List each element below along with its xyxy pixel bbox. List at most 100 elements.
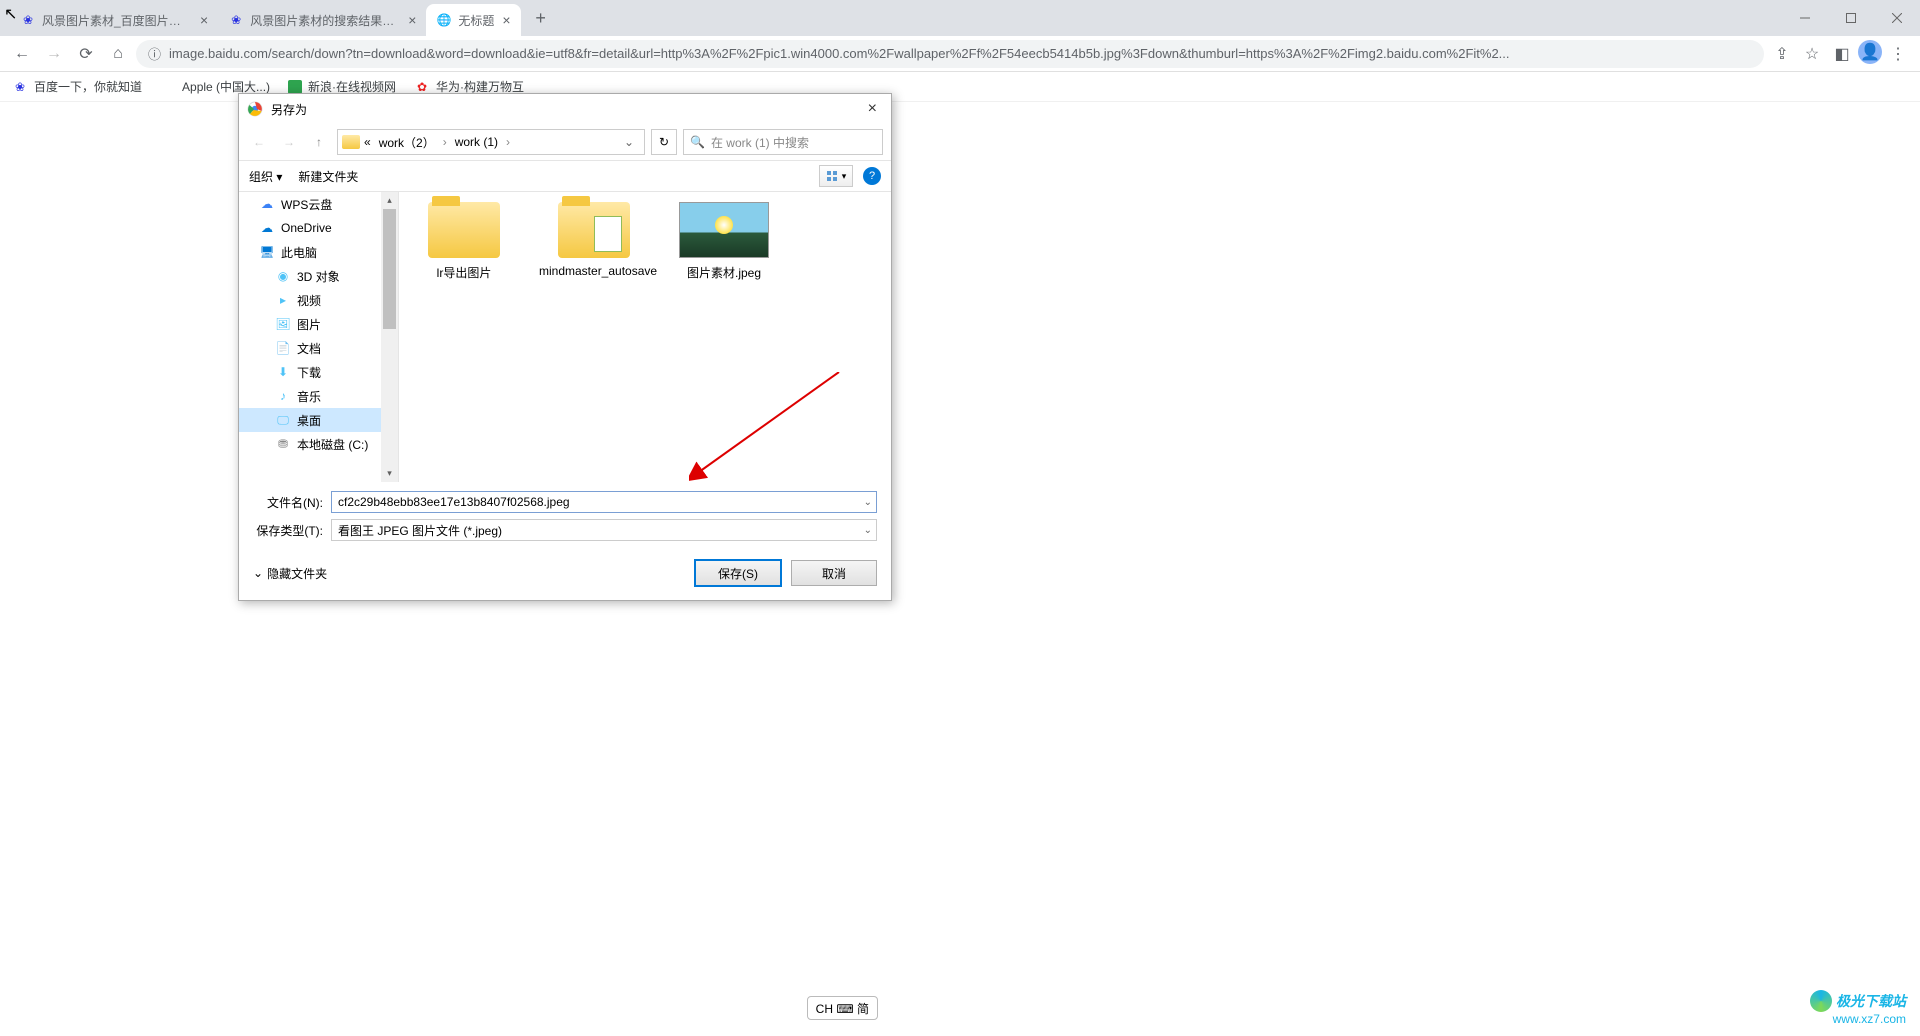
dialog-toolbar: 组织 ▾ 新建文件夹 ▾ ? [239,160,891,192]
site-info-icon[interactable]: ⓘ [148,44,161,63]
green-icon [288,80,302,94]
bookmark-1[interactable]: ❀ 百度一下，你就知道 [12,78,142,95]
globe-favicon-icon: 🌐 [436,12,452,28]
home-button[interactable]: ⌂ [104,40,132,68]
disk-icon: ⛃ [275,437,291,451]
ime-text: CH ⌨ 简 [816,1000,869,1017]
filename-input[interactable]: cf2c29b48ebb83ee17e13b8407f02568.jpeg ⌄ [331,491,877,513]
tree-item-docs[interactable]: 📄文档 [239,336,398,360]
save-button[interactable]: 保存(S) [695,560,781,586]
dialog-footer: ⌄ 隐藏文件夹 保存(S) 取消 [239,550,891,600]
bookmark-label: 百度一下，你就知道 [34,78,142,95]
tree-item-desktop[interactable]: 🖵桌面 [239,408,398,432]
watermark-line1: 极光下载站 [1810,990,1906,1012]
file-label: mindmaster_autosave [539,264,649,278]
address-bar-row: ← → ⟳ ⌂ ⓘ image.baidu.com/search/down?tn… [0,36,1920,72]
dialog-search-input[interactable]: 🔍 在 work (1) 中搜索 [683,129,883,155]
desktop-icon: 🖵 [275,413,291,427]
window-minimize-button[interactable] [1782,0,1828,36]
tab-1-title: 风景图片素材_百度图片搜索 [42,12,192,29]
tree-item-pc[interactable]: 🖥此电脑 [239,240,398,264]
dialog-refresh-button[interactable]: ↻ [651,129,677,155]
bookmark-star-icon[interactable]: ☆ [1798,40,1826,68]
file-item-image-1[interactable]: 图片素材.jpeg [669,202,779,281]
tab-3[interactable]: 🌐 无标题 × [426,4,520,36]
folder-icon [428,202,500,258]
scroll-thumb[interactable] [383,209,396,329]
savetype-label: 保存类型(T): [253,522,323,539]
new-folder-button[interactable]: 新建文件夹 [298,168,358,185]
folder-icon [558,202,630,258]
file-area[interactable]: lr导出图片 mindmaster_autosave 图片素材.jpeg [399,192,891,482]
address-bar[interactable]: ⓘ image.baidu.com/search/down?tn=downloa… [136,40,1764,68]
filename-dropdown-icon[interactable]: ⌄ [864,497,872,508]
watermark: 极光下载站 www.xz7.com [1810,990,1906,1026]
scroll-down-icon[interactable]: ▾ [381,465,398,482]
tab-close-icon[interactable]: × [408,12,416,28]
watermark-line2: www.xz7.com [1810,1012,1906,1026]
dialog-forward-button[interactable]: → [277,130,301,154]
address-bar-right: ⇪ ☆ ◧ 👤 ⋮ [1768,40,1912,68]
file-item-folder-2[interactable]: mindmaster_autosave [539,202,649,278]
file-item-folder-1[interactable]: lr导出图片 [409,202,519,281]
downloads-icon: ⬇ [275,365,291,379]
tree-item-wps[interactable]: ☁WPS云盘 [239,192,398,216]
watermark-logo-icon [1810,990,1832,1012]
chrome-icon [247,101,263,117]
view-options-button[interactable]: ▾ [819,165,853,187]
search-icon: 🔍 [690,135,705,149]
breadcrumb-part-1[interactable]: work（2） [375,134,439,151]
breadcrumb-part-2[interactable]: work (1) [451,135,502,149]
chevron-right-icon: › [506,135,510,149]
scroll-up-icon[interactable]: ▴ [381,192,398,209]
chevron-right-icon: › [443,135,447,149]
baidu-favicon-icon: ❀ [20,12,36,28]
side-panel-icon[interactable]: ◧ [1828,40,1856,68]
share-icon[interactable]: ⇪ [1768,40,1796,68]
back-button[interactable]: ← [8,40,36,68]
ime-indicator[interactable]: CH ⌨ 简 [807,996,878,1020]
chrome-menu-icon[interactable]: ⋮ [1884,40,1912,68]
help-button[interactable]: ? [863,167,881,185]
organize-button[interactable]: 组织 ▾ [249,168,282,185]
reload-button[interactable]: ⟳ [72,40,100,68]
pc-icon: 🖥 [259,245,275,259]
tree-item-video[interactable]: ▸视频 [239,288,398,312]
tree-item-pictures[interactable]: 🖼图片 [239,312,398,336]
save-as-dialog: 另存为 × ← → ↑ « work（2） › work (1) › ⌄ ↻ 🔍… [238,93,892,601]
tree-item-music[interactable]: ♪音乐 [239,384,398,408]
savetype-select[interactable]: 看图王 JPEG 图片文件 (*.jpeg) ⌄ [331,519,877,541]
window-maximize-button[interactable] [1828,0,1874,36]
hide-folders-toggle[interactable]: ⌄ 隐藏文件夹 [253,565,327,582]
onedrive-icon: ☁ [259,221,275,235]
dialog-up-button[interactable]: ↑ [307,130,331,154]
filename-row: 文件名(N): cf2c29b48ebb83ee17e13b8407f02568… [253,488,877,516]
forward-button[interactable]: → [40,40,68,68]
annotation-arrow-icon [689,372,849,482]
tab-close-icon[interactable]: × [502,12,510,28]
window-close-button[interactable] [1874,0,1920,36]
tree-item-3d[interactable]: ◉3D 对象 [239,264,398,288]
breadcrumb-dropdown-icon[interactable]: ⌄ [618,135,640,149]
breadcrumb[interactable]: « work（2） › work (1) › ⌄ [337,129,645,155]
new-tab-button[interactable]: + [527,4,555,32]
cancel-button[interactable]: 取消 [791,560,877,586]
savetype-dropdown-icon[interactable]: ⌄ [864,525,872,536]
tab-2[interactable]: ❀ 风景图片素材的搜索结果_百度图 × [218,4,426,36]
image-thumbnail-icon [679,202,769,258]
video-icon: ▸ [275,293,291,307]
tree-item-onedrive[interactable]: ☁OneDrive [239,216,398,240]
tree-item-downloads[interactable]: ⬇下载 [239,360,398,384]
dialog-close-button[interactable]: × [862,100,883,118]
tree-scrollbar[interactable]: ▴ ▾ [381,192,398,482]
tab-close-icon[interactable]: × [200,12,208,28]
dialog-back-button[interactable]: ← [247,130,271,154]
file-label: 图片素材.jpeg [669,264,779,281]
dialog-nav-row: ← → ↑ « work（2） › work (1) › ⌄ ↻ 🔍 在 wor… [239,124,891,160]
baidu-favicon-icon: ❀ [228,12,244,28]
folder-tree[interactable]: ☁WPS云盘 ☁OneDrive 🖥此电脑 ◉3D 对象 ▸视频 🖼图片 📄文档… [239,192,399,482]
tree-item-disk-c[interactable]: ⛃本地磁盘 (C:) [239,432,398,456]
docs-icon: 📄 [275,341,291,355]
tab-1[interactable]: ❀ 风景图片素材_百度图片搜索 × [10,4,218,36]
profile-avatar-icon[interactable]: 👤 [1858,40,1882,64]
